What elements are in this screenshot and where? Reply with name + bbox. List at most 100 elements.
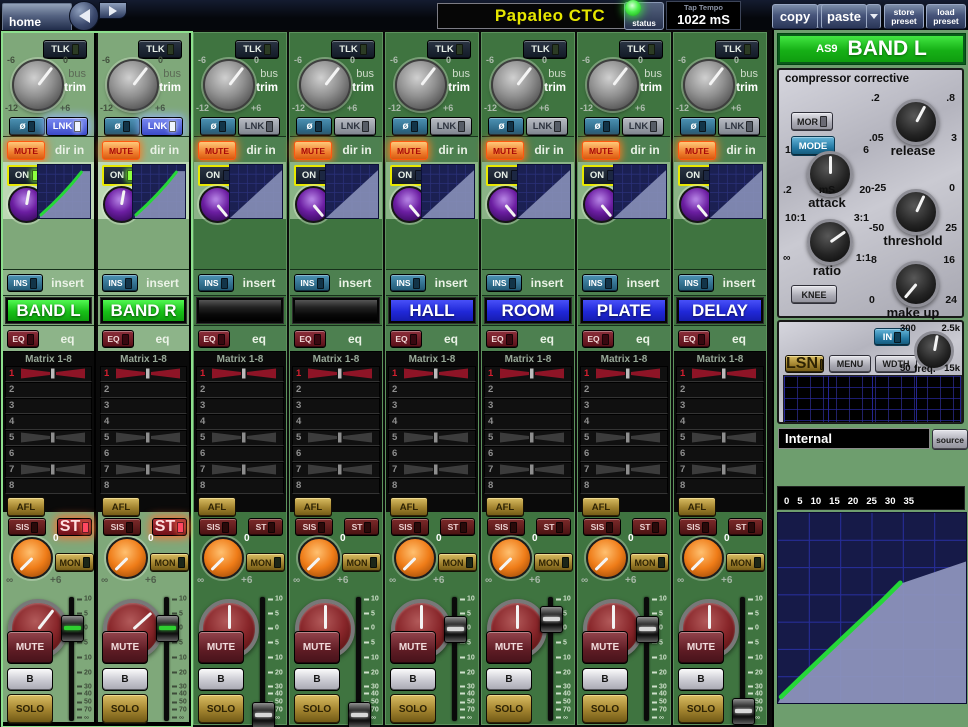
- st-button[interactable]: ST: [57, 518, 92, 536]
- mon-button[interactable]: MON: [630, 553, 669, 572]
- eq-button[interactable]: EQ: [102, 330, 134, 348]
- aux-level-knob[interactable]: [586, 537, 628, 579]
- matrix-row-7[interactable]: 7: [484, 462, 572, 478]
- matrix-row-8[interactable]: 8: [580, 478, 668, 494]
- solo-button[interactable]: SOLO: [7, 694, 53, 724]
- matrix-row-2[interactable]: 2: [292, 382, 380, 398]
- aux-level-knob[interactable]: [202, 537, 244, 579]
- channel-fader[interactable]: 10505102030405070∞: [350, 597, 382, 721]
- matrix-row-2[interactable]: 2: [580, 382, 668, 398]
- copy-button[interactable]: copy: [772, 4, 818, 29]
- matrix-row-5[interactable]: 5: [676, 430, 764, 446]
- channel-fader[interactable]: 10505102030405070∞: [254, 597, 286, 721]
- matrix-row-8[interactable]: 8: [292, 478, 380, 494]
- st-button[interactable]: ST: [344, 518, 379, 536]
- matrix-row-4[interactable]: 4: [100, 414, 187, 430]
- matrix-row-3[interactable]: 3: [676, 398, 764, 414]
- channel-mute-button[interactable]: MUTE: [582, 631, 628, 664]
- matrix-row-7[interactable]: 7: [388, 462, 476, 478]
- matrix-row-8[interactable]: 8: [5, 478, 92, 494]
- sis-button[interactable]: SIS: [487, 518, 525, 536]
- matrix-row-6[interactable]: 6: [196, 446, 284, 462]
- channel-fader[interactable]: 10505102030405070∞: [446, 597, 478, 721]
- mon-button[interactable]: MON: [438, 553, 477, 572]
- forward-arrow-button[interactable]: [99, 2, 127, 19]
- solo-button[interactable]: SOLO: [678, 694, 724, 724]
- fader-cap[interactable]: [348, 702, 371, 727]
- bus-trim-knob[interactable]: [587, 59, 639, 111]
- channel-mute-button[interactable]: MUTE: [198, 631, 244, 664]
- status-button[interactable]: status: [624, 2, 664, 30]
- sis-button[interactable]: SIS: [103, 518, 141, 536]
- sis-button[interactable]: SIS: [8, 518, 46, 536]
- matrix-row-5[interactable]: 5: [580, 430, 668, 446]
- link-button[interactable]: LNK: [526, 117, 568, 136]
- matrix-row-6[interactable]: 6: [484, 446, 572, 462]
- mon-button[interactable]: MON: [246, 553, 285, 572]
- matrix-row-2[interactable]: 2: [5, 382, 92, 398]
- matrix-row-1[interactable]: 1: [292, 366, 380, 382]
- aux-level-knob[interactable]: [298, 537, 340, 579]
- st-button[interactable]: ST: [152, 518, 187, 536]
- matrix-row-4[interactable]: 4: [676, 414, 764, 430]
- channel-name-display[interactable]: [196, 297, 284, 324]
- st-button[interactable]: ST: [248, 518, 283, 536]
- eq-button[interactable]: EQ: [198, 330, 230, 348]
- b-button[interactable]: B: [678, 668, 724, 691]
- b-button[interactable]: B: [390, 668, 436, 691]
- matrix-row-3[interactable]: 3: [292, 398, 380, 414]
- matrix-row-5[interactable]: 5: [388, 430, 476, 446]
- matrix-row-6[interactable]: 6: [580, 446, 668, 462]
- channel-name-display[interactable]: HALL: [388, 297, 476, 324]
- sis-button[interactable]: SIS: [199, 518, 237, 536]
- matrix-row-8[interactable]: 8: [484, 478, 572, 494]
- matrix-row-4[interactable]: 4: [580, 414, 668, 430]
- b-button[interactable]: B: [198, 668, 244, 691]
- matrix-row-5[interactable]: 5: [5, 430, 92, 446]
- insert-button[interactable]: INS: [678, 274, 714, 292]
- matrix-row-6[interactable]: 6: [676, 446, 764, 462]
- bus-trim-knob[interactable]: [395, 59, 447, 111]
- matrix-row-3[interactable]: 3: [100, 398, 187, 414]
- mute-button[interactable]: MUTE: [390, 141, 428, 160]
- solo-button[interactable]: SOLO: [486, 694, 532, 724]
- matrix-row-3[interactable]: 3: [196, 398, 284, 414]
- channel-name-display[interactable]: DELAY: [676, 297, 764, 324]
- matrix-row-4[interactable]: 4: [5, 414, 92, 430]
- matrix-row-7[interactable]: 7: [580, 462, 668, 478]
- matrix-row-3[interactable]: 3: [580, 398, 668, 414]
- phase-button[interactable]: ø: [392, 117, 428, 136]
- matrix-row-1[interactable]: 1: [580, 366, 668, 382]
- tap-tempo[interactable]: Tap Tempo 1022 mS: [666, 1, 741, 30]
- channel-mute-button[interactable]: MUTE: [678, 631, 724, 664]
- matrix-row-7[interactable]: 7: [676, 462, 764, 478]
- channel-name-display[interactable]: PLATE: [580, 297, 668, 324]
- fader-cap[interactable]: [252, 702, 275, 727]
- makeup-knob[interactable]: [893, 261, 939, 307]
- matrix-row-7[interactable]: 7: [196, 462, 284, 478]
- insert-button[interactable]: INS: [486, 274, 522, 292]
- menu-button[interactable]: MENU: [829, 355, 871, 373]
- matrix-row-6[interactable]: 6: [292, 446, 380, 462]
- phase-button[interactable]: ø: [488, 117, 524, 136]
- matrix-row-5[interactable]: 5: [292, 430, 380, 446]
- eq-button[interactable]: EQ: [486, 330, 518, 348]
- paste-dropdown-button[interactable]: [866, 4, 881, 29]
- solo-button[interactable]: SOLO: [390, 694, 436, 724]
- sis-button[interactable]: SIS: [583, 518, 621, 536]
- matrix-row-1[interactable]: 1: [5, 366, 92, 382]
- matrix-row-6[interactable]: 6: [388, 446, 476, 462]
- back-arrow-button[interactable]: [69, 1, 99, 31]
- eq-button[interactable]: EQ: [582, 330, 614, 348]
- eq-button[interactable]: EQ: [678, 330, 710, 348]
- matrix-row-3[interactable]: 3: [388, 398, 476, 414]
- matrix-row-8[interactable]: 8: [388, 478, 476, 494]
- st-button[interactable]: ST: [632, 518, 667, 536]
- channel-name-display[interactable]: BAND R: [100, 297, 187, 324]
- mute-button[interactable]: MUTE: [582, 141, 620, 160]
- matrix-row-8[interactable]: 8: [196, 478, 284, 494]
- b-button[interactable]: B: [7, 668, 53, 691]
- matrix-row-4[interactable]: 4: [292, 414, 380, 430]
- sis-button[interactable]: SIS: [295, 518, 333, 536]
- phase-button[interactable]: ø: [584, 117, 620, 136]
